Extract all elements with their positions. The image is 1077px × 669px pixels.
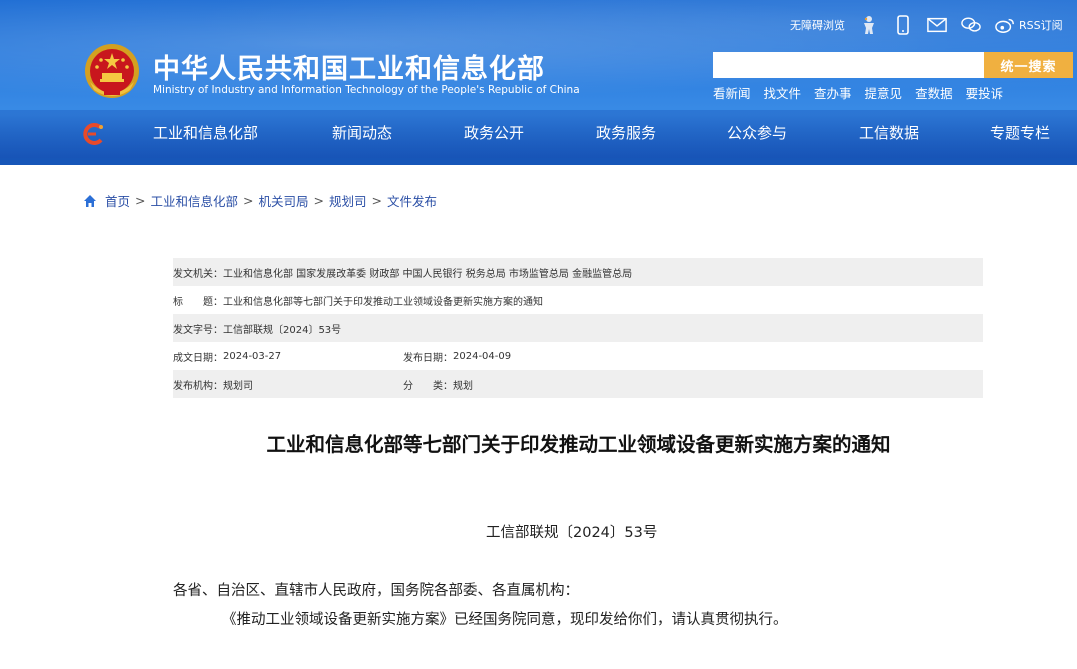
rss-link[interactable]: RSS订阅 [1019,17,1063,33]
quick-link-news[interactable]: 看新闻 [713,83,751,102]
site-header: 中华人民共和国工业和信息化部 Ministry of Industry and … [0,0,1077,165]
breadcrumb-separator: > [371,193,382,208]
breadcrumb: 首页 > 工业和信息化部 > 机关司局 > 规划司 > 文件发布 [83,191,437,210]
nav-news[interactable]: 新闻动态 [332,122,392,143]
meta-label: 成文日期： [173,352,223,364]
article-title: 工业和信息化部等七部门关于印发推动工业领域设备更新实施方案的通知 [266,433,891,456]
article-paragraph: 《推动工业领域设备更新实施方案》已经国务院同意，现印发给你们，请认真贯彻执行。 [222,612,788,628]
site-title[interactable]: 中华人民共和国工业和信息化部 [153,47,545,86]
quick-links: 看新闻 找文件 查办事 提意见 查数据 要投诉 [713,83,1016,102]
main-nav: 工业和信息化部 新闻动态 政务公开 政务服务 公众参与 工信数据 专题专栏 [0,122,1077,148]
nav-data[interactable]: 工信数据 [859,122,919,143]
meta-label: 发布日期： [403,352,453,364]
breadcrumb-separator: > [243,193,254,208]
breadcrumb-planning-dept[interactable]: 规划司 [329,191,367,210]
nav-gov-affairs[interactable]: 政务公开 [464,122,524,143]
nav-miit[interactable]: 工业和信息化部 [153,122,258,143]
breadcrumb-departments[interactable]: 机关司局 [259,191,309,210]
document-meta-table: 发文机关： 工业和信息化部 国家发展改革委 财政部 中国人民银行 税务总局 市场… [173,258,983,398]
meta-published-date: 2024-04-09 [453,350,512,362]
national-emblem-icon[interactable] [82,42,142,104]
mobile-icon[interactable] [893,15,913,35]
article-salutation: 各省、自治区、直辖市人民政府，国务院各部委、各直属机构： [173,583,579,599]
home-icon[interactable] [83,194,97,208]
meta-category: 规划 [453,380,473,392]
quick-link-complaint[interactable]: 要投诉 [966,83,1004,102]
header-bottom-line [0,158,1077,165]
meta-title: 工业和信息化部等七部门关于印发推动工业领域设备更新实施方案的通知 [223,296,543,308]
top-toolbar: 无障碍浏览 RSS订阅 [790,14,1063,36]
nav-special-topics[interactable]: 专题专栏 [990,122,1050,143]
meta-label: 发布机构： [173,380,223,392]
article-doc-number: 工信部联规〔2024〕53号 [486,525,658,541]
meta-label: 发文机关： [173,268,223,280]
breadcrumb-separator: > [313,193,324,208]
nav-gov-services[interactable]: 政务服务 [596,122,656,143]
meta-issuer: 工业和信息化部 国家发展改革委 财政部 中国人民银行 税务总局 市场监管总局 金… [223,268,633,280]
site-subtitle: Ministry of Industry and Information Tec… [153,84,580,96]
meta-label: 标 题： [173,296,223,308]
meta-row-title: 标 题： 工业和信息化部等七部门关于印发推动工业领域设备更新实施方案的通知 [173,286,983,314]
meta-row-dates: 成文日期： 2024-03-27 发布日期： 2024-04-09 [173,342,983,370]
breadcrumb-miit[interactable]: 工业和信息化部 [151,191,239,210]
meta-label: 发文字号： [173,324,223,336]
weibo-icon[interactable] [995,15,1015,35]
search-input[interactable] [713,52,984,78]
quick-link-data[interactable]: 查数据 [915,83,953,102]
meta-row-org: 发布机构： 规划司 分 类： 规划 [173,370,983,398]
breadcrumb-home[interactable]: 首页 [105,191,130,210]
nav-public-participation[interactable]: 公众参与 [727,122,787,143]
accessibility-link[interactable]: 无障碍浏览 [790,17,845,33]
meta-doc-no: 工信部联规〔2024〕53号 [223,324,342,336]
mail-icon[interactable] [927,15,947,35]
meta-row-doc-no: 发文字号： 工信部联规〔2024〕53号 [173,314,983,342]
meta-row-issuer: 发文机关： 工业和信息化部 国家发展改革委 财政部 中国人民银行 税务总局 市场… [173,258,983,286]
quick-link-files[interactable]: 找文件 [764,83,802,102]
wechat-icon[interactable] [961,15,981,35]
meta-label: 分 类： [403,380,453,392]
meta-created-date: 2024-03-27 [223,350,282,362]
accessibility-figure-icon[interactable] [859,15,879,35]
quick-link-services[interactable]: 查办事 [814,83,852,102]
breadcrumb-separator: > [135,193,146,208]
search-button[interactable]: 统一搜索 [984,52,1073,78]
breadcrumb-file-release[interactable]: 文件发布 [387,191,437,210]
meta-org: 规划司 [223,380,253,392]
quick-link-feedback[interactable]: 提意见 [865,83,903,102]
